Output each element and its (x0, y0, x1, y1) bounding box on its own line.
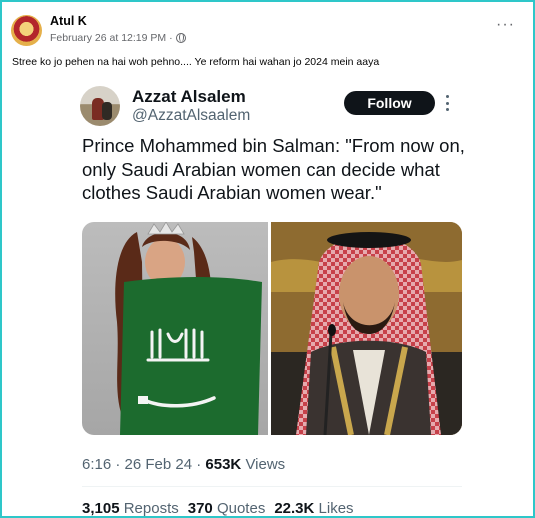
reposts-label: Reposts (123, 500, 179, 517)
author-avatar[interactable] (11, 15, 42, 46)
views-count: 653K (205, 456, 242, 473)
post-timestamp[interactable]: February 26 at 12:19 PM (50, 32, 166, 44)
post-meta: February 26 at 12:19 PM · (50, 32, 186, 44)
post-frame: Atul K February 26 at 12:19 PM · ··· Str… (0, 0, 535, 518)
quotes-count: 370 (187, 500, 213, 517)
tweet-handle[interactable]: @AzzatAlsaalem (132, 107, 250, 125)
tweet-more-icon[interactable] (446, 95, 450, 111)
meta-separator: · (169, 32, 173, 44)
embedded-tweet: Azzat Alsalem @AzzatAlsaalem Follow Prin… (60, 76, 476, 517)
engagement-stats: 3,105 Reposts 370 Quotes 22.3K Likes (82, 500, 354, 517)
tweet-media[interactable] (82, 222, 462, 435)
likes-count: 22.3K (274, 500, 315, 517)
woman-flag-illustration (115, 222, 262, 435)
avatar-figure-2 (102, 102, 112, 120)
photo-woman-with-flag[interactable] (82, 222, 268, 435)
tweet-divider (82, 486, 462, 487)
likes-label: Likes (318, 500, 354, 517)
post-caption: Stree ko jo pehen na hai woh pehno.... Y… (12, 56, 380, 68)
prince-illustration (271, 222, 462, 435)
globe-icon[interactable] (175, 33, 186, 43)
author-name[interactable]: Atul K (50, 14, 87, 28)
tweet-avatar[interactable] (80, 86, 120, 126)
likes-stat[interactable]: 22.3K Likes (274, 500, 354, 517)
tweet-timestamp[interactable]: 6:16 · 26 Feb 24 · 653K Views (82, 456, 285, 473)
reposts-count: 3,105 (82, 500, 120, 517)
tweet-text: Prince Mohammed bin Salman: "From now on… (82, 135, 465, 203)
tweet-time: 6:16 · 26 Feb 24 · (82, 456, 206, 473)
follow-button[interactable]: Follow (344, 91, 435, 115)
photo-prince[interactable] (271, 222, 462, 435)
quotes-stat[interactable]: 370 Quotes (187, 500, 266, 517)
reposts-stat[interactable]: 3,105 Reposts (82, 500, 179, 517)
views-label: Views (245, 456, 286, 473)
ellipsis-icon[interactable]: ··· (496, 17, 515, 33)
quotes-label: Quotes (216, 500, 266, 517)
tweet-display-name[interactable]: Azzat Alsalem (132, 87, 246, 107)
